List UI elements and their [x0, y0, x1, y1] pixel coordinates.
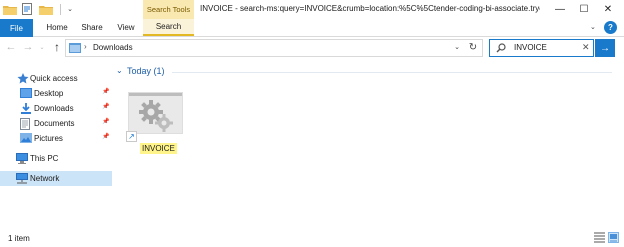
sidebar-item-label: Network — [30, 174, 60, 183]
tab-share[interactable]: Share — [79, 19, 105, 36]
sidebar-item-label: Desktop — [34, 89, 64, 98]
group-header-today[interactable]: ⌄ Today (1) — [116, 65, 616, 79]
group-divider — [172, 72, 612, 73]
address-bar[interactable]: › Downloads — [65, 39, 483, 57]
chevron-down-icon[interactable]: ⌄ — [116, 66, 123, 75]
search-go-button[interactable]: → — [595, 39, 615, 57]
group-label: Today (1) — [127, 66, 165, 76]
minimize-button[interactable]: — — [549, 0, 571, 19]
sidebar-item-label: Pictures — [34, 134, 63, 143]
pin-icon[interactable]: 📌 — [102, 118, 109, 125]
refresh-button[interactable]: ↻ — [466, 40, 480, 54]
breadcrumb-separator[interactable]: › — [84, 42, 87, 51]
sidebar-item-downloads[interactable]: Downloads 📌 — [0, 101, 112, 116]
search-icon — [496, 43, 506, 53]
pin-icon[interactable]: 📌 — [102, 103, 109, 110]
sidebar-item-this-pc[interactable]: This PC — [0, 151, 112, 166]
computer-icon — [16, 153, 28, 164]
sidebar-item-pictures[interactable]: Pictures 📌 — [0, 131, 112, 146]
file-item-invoice[interactable]: ↗ INVOICE — [126, 90, 184, 156]
sidebar-item-network[interactable]: Network — [0, 171, 112, 186]
toolbar-divider — [60, 4, 61, 15]
item-count: 1 item — [8, 234, 30, 243]
expand-ribbon-icon[interactable]: ⌄ — [590, 23, 596, 31]
sidebar-item-documents[interactable]: Documents 📌 — [0, 116, 112, 131]
sidebar-item-quick-access[interactable]: Quick access — [0, 71, 112, 86]
recent-locations-icon[interactable]: ⌄ — [36, 39, 48, 55]
sidebar-item-label: This PC — [30, 154, 59, 163]
address-history-dropdown[interactable]: ⌄ — [451, 41, 463, 53]
navigation-pane: Quick access Desktop 📌 Downloads 📌 Docum… — [0, 62, 112, 227]
documents-folder-icon — [20, 118, 32, 130]
back-button[interactable]: ← — [5, 39, 17, 55]
ribbon-tabs: File Home Share View Search ⌄ ? — [0, 19, 624, 37]
tab-search[interactable]: Search — [143, 19, 194, 36]
new-folder-icon[interactable] — [39, 3, 53, 15]
tab-home[interactable]: Home — [42, 19, 72, 36]
folder-icon — [69, 43, 81, 53]
large-icons-view-icon[interactable] — [608, 232, 619, 243]
gears-icon — [138, 99, 174, 133]
breadcrumb-downloads[interactable]: Downloads — [93, 43, 133, 52]
shortcut-arrow-icon: ↗ — [126, 131, 137, 142]
sidebar-item-label: Documents — [34, 119, 75, 128]
title-bar: ⌄ Search Tools INVOICE - search-ms:query… — [0, 0, 624, 19]
help-icon[interactable]: ? — [604, 21, 617, 34]
properties-icon[interactable] — [22, 3, 33, 15]
network-icon — [16, 173, 28, 184]
tab-view[interactable]: View — [114, 19, 138, 36]
downloads-folder-icon — [20, 103, 32, 114]
search-input[interactable]: INVOICE ✕ — [489, 39, 594, 57]
file-thumbnail — [128, 92, 183, 134]
close-button[interactable]: ✕ — [597, 0, 619, 19]
search-query[interactable]: INVOICE — [514, 43, 547, 52]
pictures-folder-icon — [20, 133, 32, 144]
desktop-folder-icon — [20, 88, 32, 99]
customize-toolbar-icon[interactable]: ⌄ — [65, 3, 75, 15]
sidebar-item-label: Downloads — [34, 104, 74, 113]
pin-icon[interactable]: 📌 — [102, 88, 109, 95]
maximize-button[interactable]: ☐ — [573, 0, 595, 19]
sidebar-item-label: Quick access — [30, 74, 78, 83]
up-button[interactable]: ↑ — [51, 39, 63, 55]
tab-file[interactable]: File — [0, 19, 33, 37]
star-icon — [17, 73, 29, 84]
details-view-icon[interactable] — [594, 232, 605, 243]
folder-icon[interactable] — [3, 3, 17, 15]
search-tools-context-tab: Search Tools — [143, 0, 194, 19]
sidebar-item-desktop[interactable]: Desktop 📌 — [0, 86, 112, 101]
status-bar: 1 item — [0, 229, 624, 247]
clear-search-button[interactable]: ✕ — [582, 42, 590, 53]
forward-button[interactable]: → — [22, 39, 34, 55]
window-title: INVOICE - search-ms:query=INVOICE&crumb=… — [200, 4, 540, 13]
pin-icon[interactable]: 📌 — [102, 133, 109, 140]
file-name[interactable]: INVOICE — [140, 143, 177, 154]
